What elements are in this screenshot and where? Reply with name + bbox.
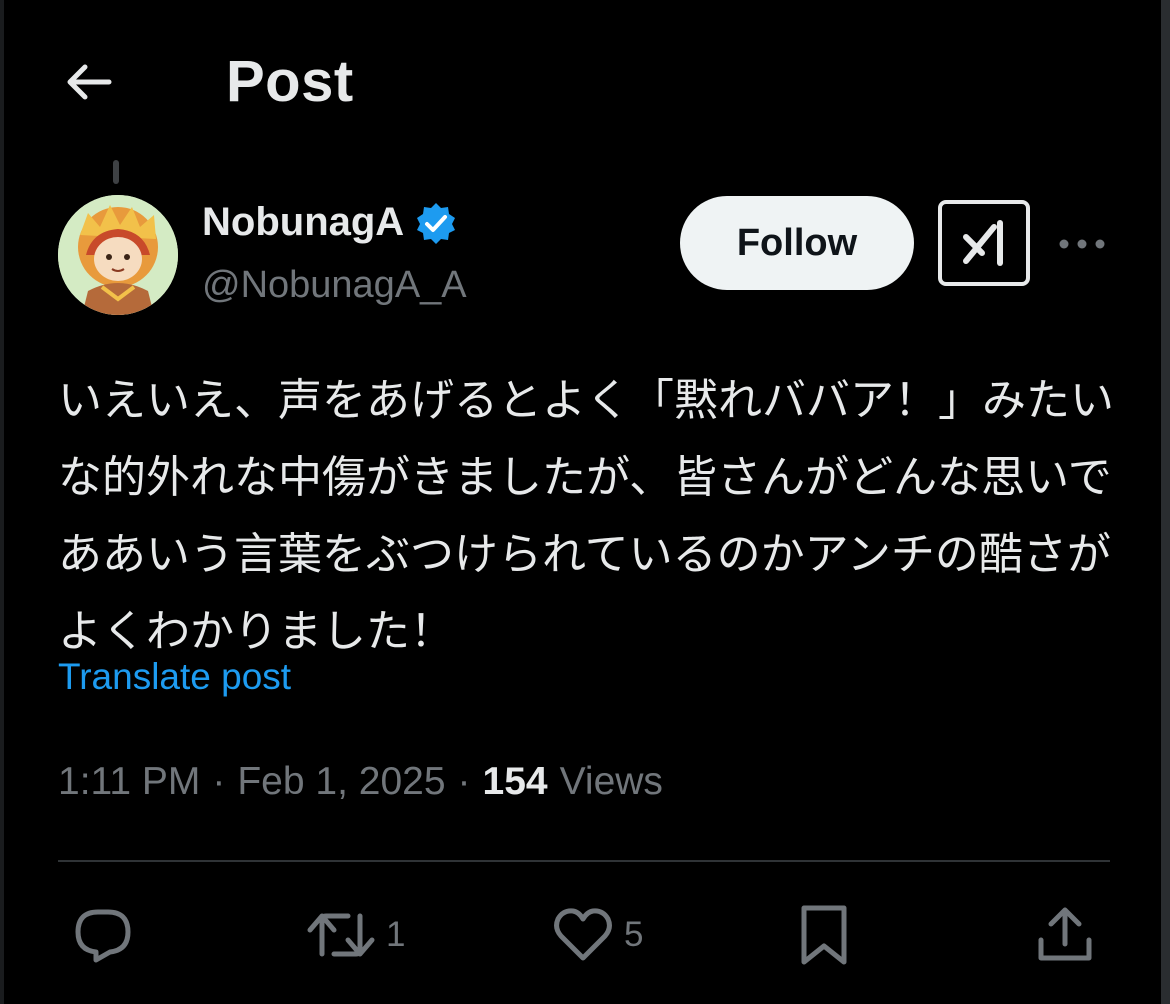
thread-connector bbox=[113, 160, 119, 184]
post-date[interactable]: Feb 1, 2025 bbox=[237, 760, 445, 804]
top-bar: Post bbox=[0, 0, 1160, 160]
avatar-illustration bbox=[58, 195, 178, 315]
page-title: Post bbox=[226, 49, 354, 114]
author-name-row[interactable]: NobunagA bbox=[202, 200, 458, 245]
bookmark-button[interactable] bbox=[796, 900, 862, 970]
meta-separator: · bbox=[457, 760, 471, 803]
heart-icon bbox=[554, 908, 612, 961]
divider bbox=[58, 860, 1110, 862]
post-metadata: 1:11 PM · Feb 1, 2025 · 154 Views bbox=[58, 760, 663, 804]
repost-icon bbox=[307, 913, 375, 957]
reply-icon bbox=[75, 909, 131, 963]
author-handle[interactable]: @NobunagA_A bbox=[202, 264, 467, 307]
grok-button[interactable] bbox=[938, 200, 1030, 286]
more-horizontal-icon bbox=[1059, 239, 1105, 249]
more-options-button[interactable] bbox=[1052, 222, 1112, 266]
translate-post-link[interactable]: Translate post bbox=[58, 656, 291, 698]
repost-button[interactable]: 1 bbox=[306, 900, 405, 970]
repost-count: 1 bbox=[386, 915, 406, 954]
views-count[interactable]: 154 bbox=[483, 760, 548, 804]
like-count: 5 bbox=[624, 915, 644, 954]
grok-icon bbox=[963, 220, 1003, 266]
verified-badge-icon bbox=[417, 202, 456, 244]
reply-button[interactable] bbox=[72, 900, 144, 970]
back-button[interactable] bbox=[58, 52, 118, 112]
avatar[interactable] bbox=[58, 195, 178, 315]
post-text: いえいえ、声をあげるとよく「黙れババア！」みたいな的外れな中傷がきましたが、皆さ… bbox=[58, 375, 1114, 657]
post-time[interactable]: 1:11 PM bbox=[58, 760, 200, 804]
arrow-left-icon bbox=[67, 64, 112, 100]
views-label[interactable]: Views bbox=[560, 760, 663, 804]
post-screen: Post NobunagA @NobunagA_A Follow いえいえ、声を… bbox=[0, 0, 1170, 1004]
like-button[interactable]: 5 bbox=[552, 900, 643, 970]
scrollbar-track[interactable] bbox=[1161, 0, 1170, 1004]
follow-button[interactable]: Follow bbox=[680, 196, 914, 290]
share-icon bbox=[1038, 907, 1092, 961]
bookmark-icon bbox=[801, 905, 847, 965]
share-button[interactable] bbox=[1034, 900, 1106, 970]
display-name[interactable]: NobunagA bbox=[202, 200, 404, 245]
meta-separator: · bbox=[212, 760, 226, 803]
